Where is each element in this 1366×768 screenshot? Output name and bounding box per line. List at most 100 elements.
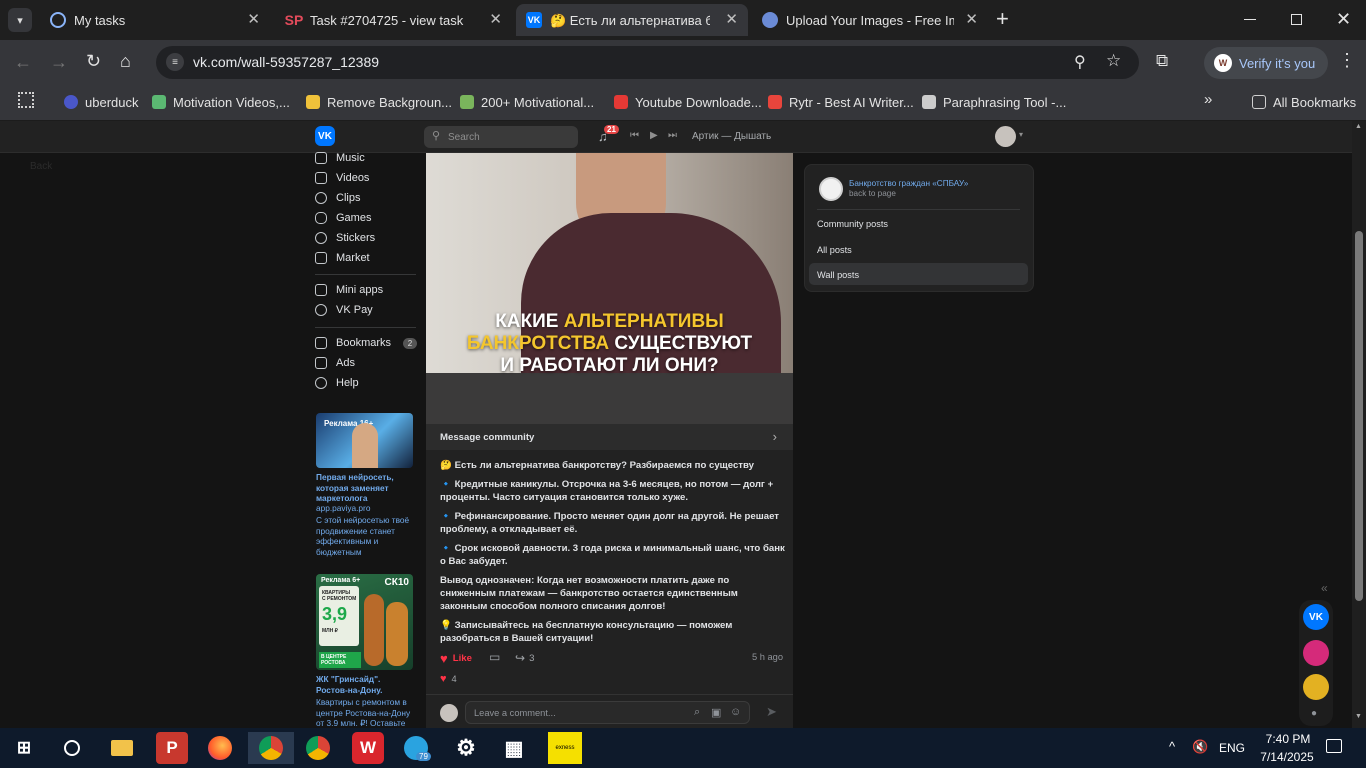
apps-grid-icon[interactable] bbox=[18, 92, 34, 108]
nav-mini-apps[interactable]: Mini apps bbox=[315, 282, 383, 298]
nav-market[interactable]: Market bbox=[315, 250, 370, 266]
back-to-page[interactable]: back to page bbox=[849, 189, 896, 198]
bookmark-remove-background[interactable]: Remove Backgroun... bbox=[306, 92, 452, 112]
chrome-icon[interactable] bbox=[302, 732, 334, 764]
coin-app-icon[interactable] bbox=[1303, 674, 1329, 700]
nav-ads[interactable]: Ads bbox=[315, 355, 355, 371]
bookmark-200-motivational[interactable]: 200+ Motivational... bbox=[460, 92, 594, 112]
clock-time[interactable]: 7:40 PM bbox=[1262, 732, 1314, 746]
notifications-icon[interactable] bbox=[1326, 739, 1342, 753]
scroll-thumb[interactable] bbox=[1355, 231, 1363, 601]
nav-videos[interactable]: Videos bbox=[315, 170, 369, 186]
back-icon[interactable]: ← bbox=[14, 52, 32, 73]
likes-summary[interactable]: ♥ 4 bbox=[440, 673, 457, 685]
file-explorer-icon[interactable] bbox=[106, 732, 138, 764]
nav-games[interactable]: Games bbox=[315, 210, 371, 226]
nav-help[interactable]: Help bbox=[315, 375, 359, 391]
nav-stickers[interactable]: Stickers bbox=[315, 230, 375, 246]
forward-icon[interactable]: → bbox=[50, 52, 68, 73]
minimize-button[interactable] bbox=[1244, 19, 1256, 20]
bookmark-motivation-videos[interactable]: Motivation Videos,... bbox=[152, 92, 290, 112]
camera-icon[interactable]: ▣ bbox=[711, 706, 721, 719]
close-window-button[interactable]: ✕ bbox=[1336, 9, 1351, 30]
menu-item-all-posts[interactable]: All posts bbox=[817, 245, 852, 255]
wps-office-icon[interactable]: W bbox=[352, 732, 384, 764]
url-text[interactable]: vk.com/wall-59357287_12389 bbox=[193, 54, 379, 70]
scroll-down-icon[interactable]: ▼ bbox=[1355, 713, 1362, 720]
bookmark-rytr[interactable]: Rytr - Best AI Writer... bbox=[768, 92, 914, 112]
close-tab-icon[interactable]: ✕ bbox=[725, 10, 738, 28]
search-icon[interactable] bbox=[56, 732, 88, 764]
settings-gear-icon[interactable]: ⚙ bbox=[450, 732, 482, 764]
more-bookmarks-icon[interactable]: » bbox=[1204, 91, 1212, 108]
send-icon[interactable]: ➤ bbox=[766, 704, 777, 720]
nav-bookmarks[interactable]: Bookmarks bbox=[315, 335, 391, 351]
chat-icon[interactable]: ● bbox=[1311, 708, 1317, 719]
community-name[interactable]: Банкротство граждан «СПБАУ» bbox=[849, 179, 968, 188]
close-tab-icon[interactable]: ✕ bbox=[247, 10, 260, 28]
comment-input[interactable]: Leave a comment... ⌕ ▣ ☺ bbox=[465, 701, 750, 724]
tray-chevron-icon[interactable]: ^ bbox=[1169, 739, 1175, 754]
menu-icon[interactable]: ⋮ bbox=[1338, 50, 1356, 71]
home-icon[interactable]: ⌂ bbox=[120, 51, 131, 72]
tab-upload-images[interactable]: Upload Your Images - Free Image Hosting … bbox=[752, 4, 988, 36]
post-image[interactable]: КАКИЕ АЛЬТЕРНАТИВЫ БАНКРОТСТВА СУЩЕСТВУЮ… bbox=[426, 153, 793, 424]
now-playing[interactable]: Артик — Дышать bbox=[692, 131, 771, 142]
tab-search-button[interactable]: ▾ bbox=[8, 8, 32, 32]
chevron-down-icon[interactable]: ▾ bbox=[1019, 130, 1023, 139]
search-input[interactable]: ⚲ Search bbox=[424, 126, 578, 148]
bookmark-youtube-downloader[interactable]: Youtube Downloade... bbox=[614, 92, 762, 112]
volume-muted-icon[interactable]: 🔇 bbox=[1192, 739, 1208, 755]
ad-title[interactable]: ЖК "Гринсайд". Ростов-на-Дону. bbox=[316, 674, 410, 695]
tab-vk-post[interactable]: VK 🤔 Есть ли альтернатива банкротства ✕ bbox=[516, 4, 748, 36]
scrollbar[interactable]: ▲ ▼ bbox=[1352, 121, 1366, 728]
collapse-icon[interactable]: « bbox=[1321, 581, 1328, 595]
extensions-icon[interactable]: ⧉ bbox=[1156, 51, 1168, 71]
comment-icon[interactable]: ▭ bbox=[489, 650, 500, 664]
attach-icon[interactable]: ⌕ bbox=[694, 706, 700, 719]
all-bookmarks[interactable]: All Bookmarks bbox=[1252, 92, 1356, 112]
address-bar[interactable]: ≡ vk.com/wall-59357287_12389 ⚲ ☆ bbox=[156, 46, 1139, 79]
reload-icon[interactable]: ↻ bbox=[86, 51, 101, 72]
restore-button[interactable] bbox=[1291, 14, 1302, 25]
back-link[interactable]: Back bbox=[30, 161, 52, 172]
firefox-icon[interactable] bbox=[204, 732, 236, 764]
calculator-icon[interactable]: ▦ bbox=[498, 732, 530, 764]
bookmark-star-icon[interactable]: ☆ bbox=[1106, 51, 1121, 71]
next-track-icon[interactable]: ⏭ bbox=[668, 130, 677, 141]
vk-logo[interactable]: VK bbox=[315, 126, 335, 146]
chrome-work-icon[interactable] bbox=[248, 732, 294, 764]
language-indicator[interactable]: ENG bbox=[1219, 741, 1245, 755]
community-avatar[interactable] bbox=[819, 177, 843, 201]
like-button[interactable]: ♥ Like bbox=[440, 651, 472, 666]
nav-music[interactable]: Music bbox=[315, 150, 365, 166]
close-tab-icon[interactable]: ✕ bbox=[489, 10, 502, 28]
nav-vk-pay[interactable]: VK Pay bbox=[315, 302, 373, 318]
exness-icon[interactable]: exness bbox=[548, 732, 582, 764]
ad-title[interactable]: Первая нейросеть, которая заменяет марке… bbox=[316, 472, 406, 504]
bookmark-uberduck[interactable]: uberduck bbox=[64, 92, 138, 112]
ad-image[interactable]: Реклама 16+ bbox=[316, 413, 413, 468]
site-info-icon[interactable]: ≡ bbox=[166, 53, 184, 71]
ad-domain[interactable]: app.paviya.pro bbox=[316, 503, 370, 513]
clock-date[interactable]: 7/14/2025 bbox=[1254, 750, 1320, 764]
avatar[interactable] bbox=[995, 126, 1016, 147]
scroll-up-icon[interactable]: ▲ bbox=[1355, 123, 1362, 130]
psiphon-icon[interactable]: Р bbox=[156, 732, 188, 764]
ad-image[interactable]: Реклама 6+ СК10 КВАРТИРЫ С РЕМОНТОМ 3,9 … bbox=[316, 574, 413, 670]
tab-my-tasks[interactable]: My tasks ✕ bbox=[40, 4, 270, 36]
post-time[interactable]: 5 h ago bbox=[752, 652, 783, 662]
prev-track-icon[interactable]: ⏮ bbox=[630, 130, 639, 141]
verify-button[interactable]: W Verify it's you bbox=[1204, 47, 1328, 79]
new-tab-button[interactable]: + bbox=[996, 8, 1009, 30]
windows-start-icon[interactable]: ⊞ bbox=[8, 732, 40, 764]
zoom-icon[interactable]: ⚲ bbox=[1074, 52, 1086, 72]
emoji-icon[interactable]: ☺ bbox=[730, 706, 741, 718]
skala-app-icon[interactable] bbox=[1303, 640, 1329, 666]
nav-clips[interactable]: Clips bbox=[315, 190, 360, 206]
menu-item-community-posts[interactable]: Community posts bbox=[817, 219, 888, 229]
vk-icon[interactable]: VK bbox=[1303, 604, 1329, 630]
play-icon[interactable]: ▶ bbox=[650, 130, 658, 141]
menu-item-wall-posts[interactable]: Wall posts bbox=[809, 263, 1028, 285]
bookmark-paraphrasing-tool[interactable]: Paraphrasing Tool -... bbox=[922, 92, 1066, 112]
